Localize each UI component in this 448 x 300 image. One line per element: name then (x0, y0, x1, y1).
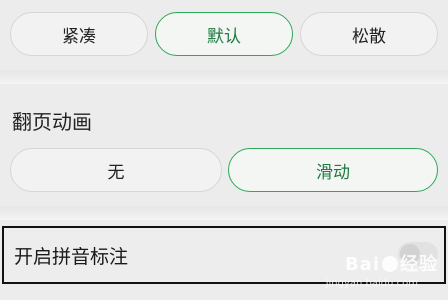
spacing-option-label: 默认 (207, 26, 241, 47)
page-turn-title: 翻页动画 (12, 110, 92, 134)
pinyin-setting-label: 开启拼音标注 (14, 246, 129, 268)
page-turn-option-none[interactable]: 无 (10, 148, 222, 192)
baidu-watermark: Bai 经验 (345, 250, 438, 276)
section-divider (0, 206, 448, 220)
spacing-option-default[interactable]: 默认 (155, 12, 293, 56)
page-turn-option-label: 滑动 (316, 162, 350, 183)
watermark-url: jingyan.baidu.com (325, 278, 418, 289)
spacing-option-label: 松散 (352, 26, 386, 47)
page-turn-option-label: 无 (107, 162, 125, 183)
watermark-brand-right: 经验 (400, 254, 438, 275)
page-turn-option-slide[interactable]: 滑动 (228, 148, 438, 192)
section-divider (0, 70, 448, 84)
paw-icon (382, 256, 398, 272)
spacing-option-loose[interactable]: 松散 (300, 12, 438, 56)
spacing-option-compact[interactable]: 紧凑 (10, 12, 148, 56)
watermark-brand-left: Bai (344, 254, 380, 275)
spacing-option-label: 紧凑 (62, 26, 96, 47)
